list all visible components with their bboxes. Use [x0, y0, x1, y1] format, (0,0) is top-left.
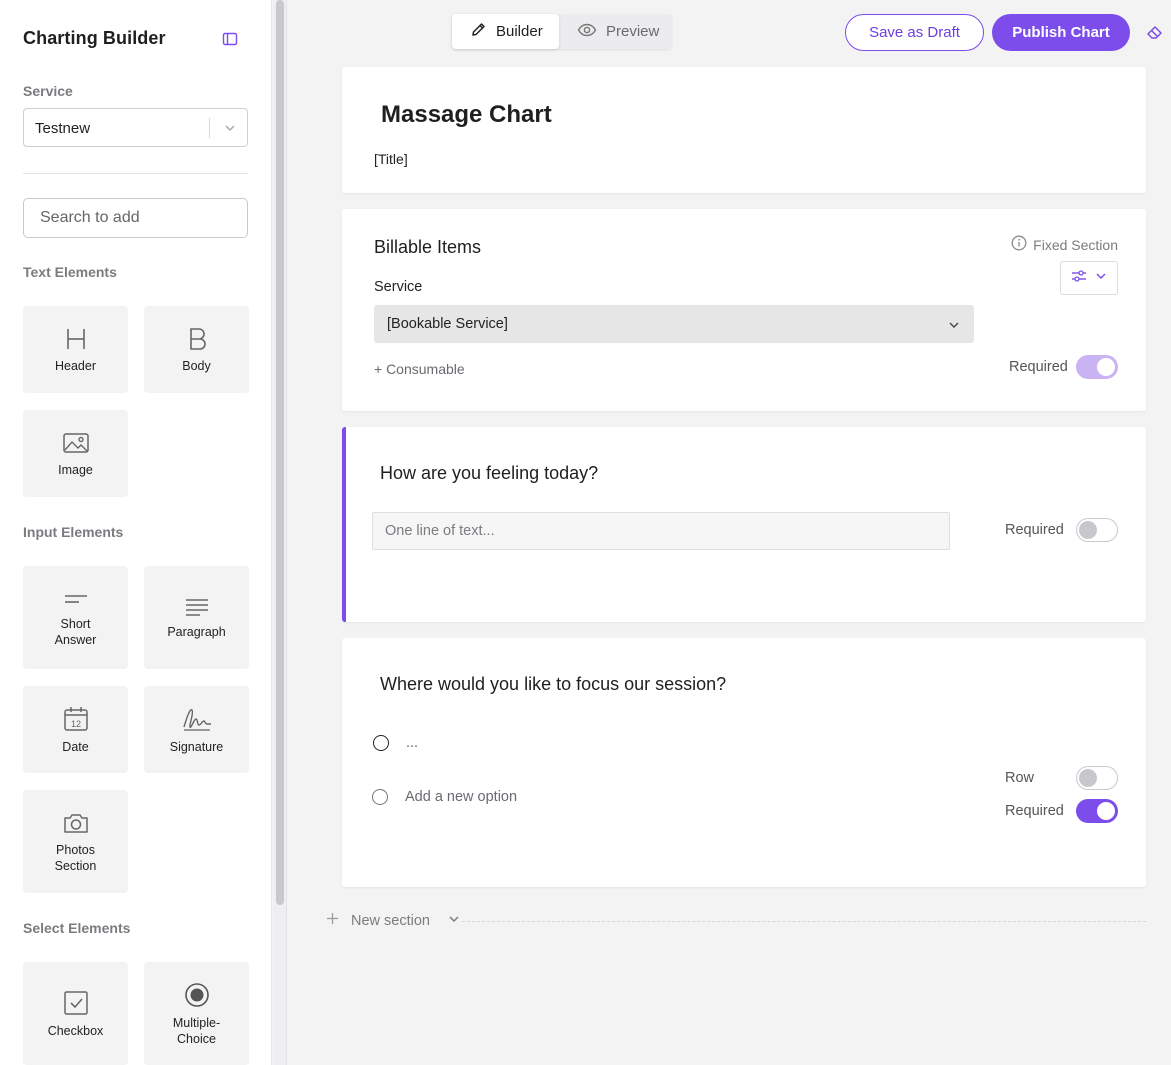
body-icon [184, 326, 210, 352]
required-label: Required [1009, 359, 1068, 375]
signature-icon [181, 705, 213, 733]
option-text[interactable]: ... [406, 735, 418, 751]
fixed-section-label: Fixed Section [1033, 236, 1118, 253]
new-section-divider [462, 921, 1146, 922]
row-toggle[interactable] [1076, 766, 1118, 790]
required-toggle[interactable] [1076, 799, 1118, 823]
tile-label: Header [55, 358, 96, 373]
sidebar-title: Charting Builder [23, 28, 166, 48]
add-option-radio [372, 789, 388, 805]
service-label: Service [23, 83, 73, 99]
eye-icon [577, 23, 597, 41]
tile-label: Checkbox [47, 1023, 104, 1038]
header-icon [63, 326, 89, 352]
plus-icon [326, 912, 339, 929]
calendar-number: 12 [70, 719, 80, 729]
tab-builder[interactable]: Builder [452, 14, 559, 49]
tile-checkbox[interactable]: Checkbox [23, 962, 128, 1065]
fixed-section-badge: Fixed Section [1011, 235, 1118, 254]
required-toggle[interactable] [1076, 518, 1118, 542]
scrollbar-thumb[interactable] [276, 0, 284, 905]
chart-subtitle[interactable]: [Title] [374, 151, 408, 167]
question-heading[interactable]: How are you feeling today? [380, 463, 598, 484]
question-card-feeling[interactable]: How are you feeling today? Required [342, 427, 1146, 622]
mode-toggle: Builder Preview [452, 14, 672, 49]
new-section-button[interactable]: New section [326, 912, 460, 929]
chart-title-card[interactable]: Massage Chart [Title] [342, 67, 1146, 193]
calendar-icon: 12 [62, 705, 90, 733]
chevron-down-icon[interactable] [223, 121, 237, 140]
tile-photos[interactable]: Photos Section [23, 790, 128, 893]
info-icon [1011, 235, 1027, 254]
add-option-button[interactable]: Add a new option [405, 789, 517, 805]
required-label: Required [1005, 522, 1064, 538]
add-consumable-button[interactable]: + Consumable [374, 361, 465, 377]
tab-builder-label: Builder [496, 23, 543, 40]
tab-preview-label: Preview [606, 23, 660, 40]
tile-date[interactable]: 12 Date [23, 686, 128, 773]
tile-signature[interactable]: Signature [144, 686, 249, 773]
toggle-knob [1097, 358, 1115, 376]
tile-label: Photos Section [54, 842, 97, 873]
chevron-down-icon [1095, 269, 1107, 287]
toggle-knob [1097, 802, 1115, 820]
service-select-value: Testnew [35, 120, 91, 137]
sidebar-divider [23, 173, 248, 174]
tile-header[interactable]: Header [23, 306, 128, 393]
tile-short-answer[interactable]: Short Answer [23, 566, 128, 669]
text-elements-label: Text Elements [23, 264, 117, 280]
eraser-icon[interactable] [1146, 23, 1164, 46]
tile-label: Short Answer [54, 616, 97, 647]
new-section-label: New section [351, 912, 430, 929]
select-separator [209, 118, 210, 138]
checkbox-icon [62, 989, 90, 1017]
publish-button[interactable]: Publish Chart [992, 14, 1130, 51]
toggle-knob [1079, 769, 1097, 787]
tile-label: Signature [169, 739, 224, 754]
billable-items-card[interactable]: Billable Items Fixed Section Service [Bo… [342, 209, 1146, 411]
sidebar-scrollbar[interactable] [273, 0, 287, 1065]
chevron-down-icon [948, 318, 960, 336]
tile-body[interactable]: Body [144, 306, 249, 393]
tile-multiple-choice[interactable]: Multiple-Choice [144, 962, 249, 1065]
tile-label: Body [182, 358, 211, 373]
select-elements-label: Select Elements [23, 920, 131, 936]
bookable-service-select[interactable]: [Bookable Service] [374, 305, 974, 343]
sliders-icon [1071, 269, 1087, 288]
question-card-focus[interactable]: Where would you like to focus our sessio… [342, 638, 1146, 887]
short-answer-icon [63, 588, 89, 610]
radio-icon [183, 981, 211, 1009]
service-field-label: Service [374, 279, 423, 295]
sidebar: Charting Builder Service Testnew Text El… [0, 0, 272, 1065]
tile-label: Multiple-Choice [172, 1015, 221, 1046]
row-label: Row [1005, 770, 1035, 786]
tile-label: Paragraph [167, 624, 226, 639]
required-label: Required [1005, 803, 1064, 819]
tile-label: Date [62, 739, 89, 754]
camera-icon [62, 810, 90, 836]
sidebar-collapse-icon[interactable] [221, 30, 239, 48]
tab-preview[interactable]: Preview [559, 14, 672, 49]
bookable-service-value: [Bookable Service] [387, 316, 508, 332]
settings-dropdown-button[interactable] [1060, 261, 1118, 295]
paragraph-icon [184, 596, 210, 618]
image-icon [62, 430, 90, 456]
short-answer-input[interactable] [372, 512, 950, 550]
billable-heading: Billable Items [374, 237, 482, 257]
service-select[interactable]: Testnew [23, 108, 248, 147]
chart-title[interactable]: Massage Chart [381, 101, 552, 129]
pencil-icon [470, 21, 487, 42]
option-radio[interactable] [373, 735, 389, 751]
toggle-knob [1079, 521, 1097, 539]
question-heading[interactable]: Where would you like to focus our sessio… [380, 674, 726, 695]
input-elements-label: Input Elements [23, 524, 124, 540]
chevron-down-icon [448, 913, 460, 929]
save-draft-button[interactable]: Save as Draft [845, 14, 984, 51]
tile-label: Image [58, 462, 93, 477]
required-toggle[interactable] [1076, 355, 1118, 379]
tile-image[interactable]: Image [23, 410, 128, 497]
search-input[interactable] [23, 198, 248, 238]
tile-paragraph[interactable]: Paragraph [144, 566, 249, 669]
